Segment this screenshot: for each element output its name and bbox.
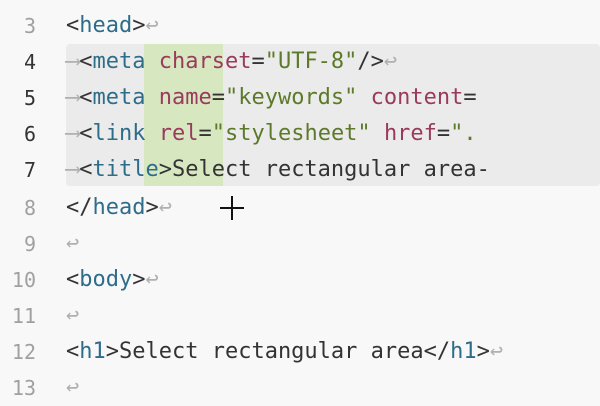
crosshair-cursor-icon [220,196,244,220]
attr-name: charset [158,49,252,74]
attr-value: "stylesheet" [211,121,371,146]
line-number: 3 [23,14,36,38]
tag-name: meta [92,85,146,110]
tag-name: h1 [450,339,477,364]
line-end-icon: ↩ [383,49,398,74]
line-end-icon: ↩ [66,375,80,400]
code-line-12[interactable]: <h1>Select rectangular area</h1>↩ [66,334,503,370]
tag-name: title [92,157,159,182]
tab-arrow-icon: ⟶ [66,85,80,110]
code-line-3[interactable]: <head>↩ [66,8,159,44]
line-end-icon: ↩ [145,267,159,292]
attr-name: content [370,85,464,110]
code-line-8[interactable]: </head>↩ [66,190,172,226]
code-line-6[interactable]: ⟶<link rel="stylesheet" href=". [66,116,477,152]
line-number: 10 [11,268,36,292]
tag-name: meta [92,49,146,74]
code-line-5[interactable]: ⟶<meta name="keywords" content= [66,80,477,116]
code-line-4[interactable]: ⟶<meta charset="UTF-8"/>↩ [66,44,397,80]
line-number: 8 [23,196,36,220]
code-line-11[interactable]: ↩ [66,298,79,334]
attr-value: ". [450,121,477,146]
tag-name: body [79,267,133,292]
line-end-icon: ↩ [66,231,80,256]
line-number: 11 [11,304,36,328]
line-end-icon: ↩ [158,195,172,220]
line-end-icon: ↩ [489,339,504,364]
attr-name: href [383,121,437,146]
text-content: Select rectangular area- [171,157,490,182]
line-number: 9 [23,232,36,256]
text-content: Select rectangular area [119,339,424,364]
attr-name: name [158,85,212,110]
line-end-icon: ↩ [66,303,80,328]
line-end-icon: ↩ [145,13,159,38]
attr-value: "UTF-8" [264,49,358,74]
attr-name: rel [158,121,199,146]
tag-name: link [92,121,146,146]
line-number: 13 [11,376,36,400]
line-number: 12 [11,340,36,364]
code-editor[interactable]: 3 4 5 6 7 8 9 10 11 12 13 <head>↩ ⟶<meta… [0,0,600,400]
tag-name: head [92,195,146,220]
line-number: 4 [23,50,36,74]
attr-value: "keywords" [224,85,358,110]
line-number: 5 [23,86,36,110]
tab-arrow-icon: ⟶ [66,157,80,182]
code-line-13[interactable]: ↩ [66,370,79,406]
tab-arrow-icon: ⟶ [66,121,80,146]
line-number: 7 [23,158,36,182]
tab-arrow-icon: ⟶ [66,49,80,74]
code-line-9[interactable]: ↩ [66,226,79,262]
code-line-10[interactable]: <body>↩ [66,262,159,298]
tag-name: head [79,13,133,38]
tag-name: h1 [79,339,106,364]
line-number: 6 [23,122,36,146]
code-line-7[interactable]: ⟶<title>Select rectangular area- [66,152,490,188]
